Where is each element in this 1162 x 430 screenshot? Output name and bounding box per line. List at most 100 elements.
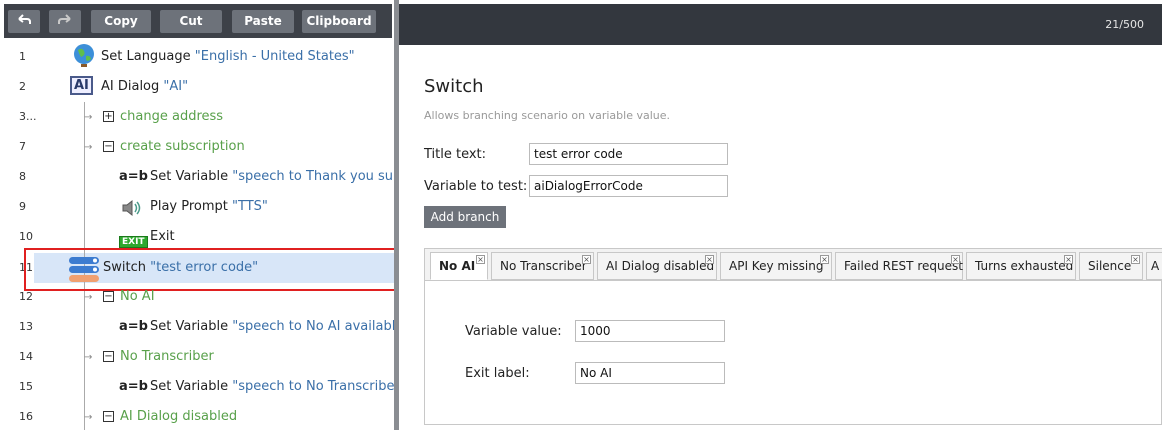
tree-node-label: − No Transcriber [103,342,214,372]
tab-label: No Transcriber [500,259,587,273]
close-tab-icon[interactable]: × [705,255,714,264]
variable-to-test-label: Variable to test: [424,179,528,194]
panel-description: Allows branching scenario on variable va… [424,109,671,122]
node-label: Set Variable [150,319,229,334]
close-tab-icon[interactable]: × [820,255,829,264]
line-number: 8 [19,170,26,183]
tree-row[interactable]: 2 AI AI Dialog "AI" [0,72,396,102]
ai-dialog-icon: AI [70,76,93,95]
tree-row[interactable]: 3... → + change address [0,102,396,132]
tab-label: Turns exhausted [975,259,1074,273]
title-text-input[interactable]: test error code [529,143,728,165]
line-number: 15 [19,380,33,393]
exit-label-input[interactable]: No AI [575,362,725,384]
line-number: 2 [19,80,26,93]
node-label: Set Variable [150,169,229,184]
collapse-icon[interactable]: − [103,351,114,362]
exit-label-label: Exit label: [465,366,530,381]
node-counter: 21/500 [1105,18,1144,31]
node-label: AI Dialog disabled [120,409,238,424]
tree-row[interactable]: 9 Play Prompt "TTS" [0,192,396,222]
variable-to-test-input[interactable]: aiDialogErrorCode [529,175,728,197]
exit-icon-text: EXIT [119,236,148,248]
redo-icon [58,14,71,24]
line-number: 7 [19,140,26,153]
tab-turns-exhausted[interactable]: Turns exhausted × [966,252,1076,280]
line-number: 13 [19,320,33,333]
tree-row[interactable]: 16 → − AI Dialog disabled [0,402,396,430]
line-number: 9 [19,200,26,213]
node-value: "speech to No AI available!" [232,319,396,334]
arrow-icon: → [84,412,93,423]
tree-node-label: − AI Dialog disabled [103,402,237,430]
set-variable-icon: a=b [119,379,148,394]
close-tab-icon[interactable]: × [1131,255,1140,264]
line-number: 14 [19,350,33,363]
expand-icon[interactable]: + [103,111,114,122]
close-tab-icon[interactable]: × [476,255,485,264]
collapse-icon[interactable]: − [103,411,114,422]
variable-value-input[interactable]: 1000 [575,320,725,342]
collapse-icon[interactable]: − [103,141,114,152]
collapse-icon[interactable]: − [103,291,114,302]
tab-no-transcriber[interactable]: No Transcriber × [491,252,594,280]
arrow-icon: → [84,352,93,363]
tab-label: Failed REST request [844,259,963,273]
undo-button[interactable] [8,10,40,33]
branch-tabs: No AI × No Transcriber × AI Dialog disable… [424,248,1162,425]
node-label: Play Prompt [150,199,228,214]
scenario-tree-panel: Copy Cut Paste Clipboard 1 Set Language … [0,0,396,430]
tab-label: No AI [439,259,476,273]
node-value: "AI" [163,79,189,94]
ai-icon-text: AI [70,76,93,95]
copy-button[interactable]: Copy [91,10,151,33]
tab-label: A [1151,259,1160,273]
tree-node-label: Set Variable "speech to Thank you subsc [150,162,396,192]
node-label: Set Variable [150,379,229,394]
node-value: "speech to No Transcriber a [232,379,396,394]
node-label: No AI [120,289,155,304]
properties-topbar: 21/500 [399,4,1162,45]
clipboard-button[interactable]: Clipboard [302,10,376,33]
add-branch-button[interactable]: Add branch [424,206,506,228]
line-number: 16 [19,410,33,423]
paste-button[interactable]: Paste [232,10,294,33]
close-tab-icon[interactable]: × [951,255,960,264]
node-label: No Transcriber [120,349,214,364]
tab-api-key-missing[interactable]: API Key missing × [720,252,832,280]
tab-label: AI Dialog disabled [606,259,715,273]
redo-button[interactable] [49,10,81,33]
arrow-icon: → [84,142,93,153]
close-tab-icon[interactable]: × [582,255,591,264]
tree-row[interactable]: 14 → − No Transcriber [0,342,396,372]
tree-row[interactable]: 12 → − No AI [0,282,396,312]
arrow-icon: → [84,112,93,123]
tree-row[interactable]: 1 Set Language "English - United States" [0,42,396,72]
tab-silence[interactable]: Silence × [1079,252,1143,280]
tab-failed-rest-request[interactable]: Failed REST request × [835,252,963,280]
tree-node-label: Set Language "English - United States" [101,42,355,72]
close-tab-icon[interactable]: × [1064,255,1073,264]
line-number: 3... [19,110,37,123]
set-variable-icon: a=b [119,169,148,184]
variable-value-label: Variable value: [465,324,562,339]
line-number: 1 [19,50,26,63]
tab-ai-dialog-disabled[interactable]: AI Dialog disabled × [597,252,717,280]
node-value: "English - United States" [194,49,355,64]
app-root: Copy Cut Paste Clipboard 1 Set Language … [0,0,1162,430]
tab-more[interactable]: A [1146,252,1162,280]
tree-row[interactable]: 7 → − create subscription [0,132,396,162]
tree-node-label: Play Prompt "TTS" [150,192,268,222]
node-label: change address [120,109,224,124]
title-text-label: Title text: [424,147,487,162]
node-value: "speech to Thank you subsc [232,169,396,184]
arrow-icon: → [84,292,93,303]
tab-no-ai[interactable]: No AI × [430,252,488,280]
tree-row[interactable]: 15 a=b Set Variable "speech to No Transc… [0,372,396,402]
undo-icon [18,14,31,24]
cut-button[interactable]: Cut [160,10,222,33]
set-variable-icon: a=b [119,319,148,334]
tree-row[interactable]: 13 a=b Set Variable "speech to No AI ava… [0,312,396,342]
tree-row[interactable]: 8 a=b Set Variable "speech to Thank you … [0,162,396,192]
node-value: "TTS" [232,199,268,214]
